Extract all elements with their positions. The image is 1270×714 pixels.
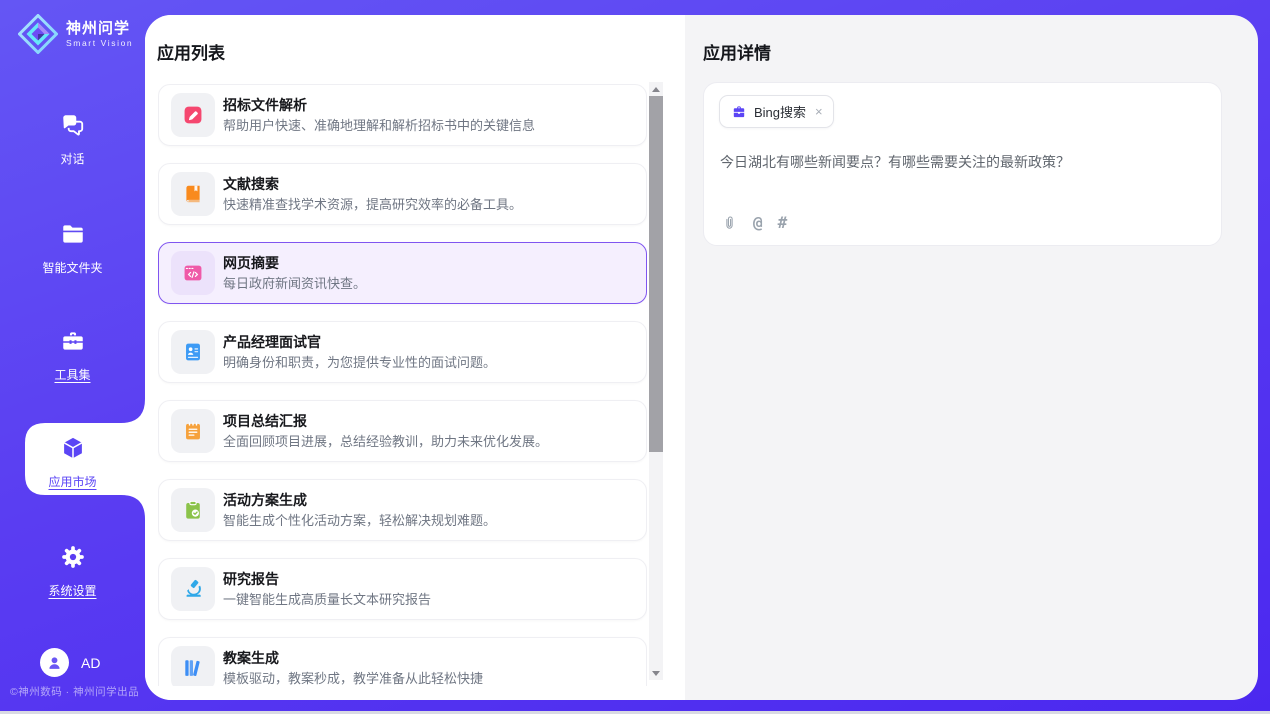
brand-subtitle: Smart Vision bbox=[66, 38, 133, 48]
app-card[interactable]: 研究报告一键智能生成高质量长文本研究报告 bbox=[158, 558, 647, 620]
main-content: 应用列表 招标文件解析帮助用户快速、准确地理解和解析招标书中的关键信息文献搜索快… bbox=[145, 15, 1258, 700]
user-initials: AD bbox=[81, 655, 100, 671]
app-detail-panel: 应用详情 Bing搜索 × 今日湖北有哪些新闻要点？有哪些需要关注的最新政策？ … bbox=[685, 15, 1258, 700]
brand-text: 神州问学 Smart Vision bbox=[66, 20, 133, 48]
toolbox-icon bbox=[60, 328, 86, 354]
at-icon[interactable]: @ bbox=[753, 213, 763, 232]
microscope-icon bbox=[171, 567, 215, 611]
input-toolbar: @ # bbox=[720, 212, 787, 232]
avatar bbox=[40, 648, 69, 677]
app-card[interactable]: 文献搜索快速精准查找学术资源，提高研究效率的必备工具。 bbox=[158, 163, 647, 225]
sidebar-item-label: 系统设置 bbox=[0, 582, 145, 599]
scrollbar-thumb[interactable] bbox=[649, 96, 663, 452]
app-card[interactable]: 项目总结汇报全面回顾项目进展，总结经验教训，助力未来优化发展。 bbox=[158, 400, 647, 462]
sidebar-item-1[interactable]: 对话 bbox=[0, 112, 145, 167]
copyright: ©神州数码 · 神州问学出品 bbox=[10, 684, 145, 699]
brand-logo: 神州问学 Smart Vision bbox=[18, 14, 133, 54]
scroll-up-icon[interactable] bbox=[649, 82, 663, 96]
notepad-icon bbox=[171, 409, 215, 453]
app-card-title: 网页摘要 bbox=[223, 255, 366, 272]
app-card-title: 文献搜索 bbox=[223, 176, 522, 193]
sidebar-item-5[interactable]: 系统设置 bbox=[0, 544, 145, 599]
scrollbar[interactable] bbox=[649, 82, 663, 680]
app-card[interactable]: 教案生成模板驱动，教案秒成，教学准备从此轻松快捷 bbox=[158, 637, 647, 686]
app-card-title: 招标文件解析 bbox=[223, 97, 535, 114]
app-card-desc: 智能生成个性化活动方案，轻松解决规划难题。 bbox=[223, 513, 496, 529]
clipboard-icon bbox=[171, 488, 215, 532]
app-card-title: 活动方案生成 bbox=[223, 492, 496, 509]
tool-chip-label: Bing搜索 bbox=[754, 102, 806, 121]
bid-edit-icon bbox=[171, 93, 215, 137]
app-card-desc: 一键智能生成高质量长文本研究报告 bbox=[223, 592, 431, 608]
app-card-desc: 每日政府新闻资讯快查。 bbox=[223, 276, 366, 292]
app-card-title: 教案生成 bbox=[223, 650, 483, 667]
brand-logo-icon bbox=[18, 14, 58, 54]
app-card-title: 产品经理面试官 bbox=[223, 334, 496, 351]
resume-icon bbox=[171, 330, 215, 374]
folder-icon bbox=[60, 221, 86, 247]
briefcase-icon bbox=[731, 104, 747, 120]
chat-icon bbox=[60, 112, 86, 138]
sidebar-item-label: 对话 bbox=[0, 150, 145, 167]
app-card-desc: 模板驱动，教案秒成，教学准备从此轻松快捷 bbox=[223, 671, 483, 687]
app-card[interactable]: 网页摘要每日政府新闻资讯快查。 bbox=[158, 242, 647, 304]
app-card-title: 研究报告 bbox=[223, 571, 431, 588]
app-card[interactable]: 活动方案生成智能生成个性化活动方案，轻松解决规划难题。 bbox=[158, 479, 647, 541]
app-list: 招标文件解析帮助用户快速、准确地理解和解析招标书中的关键信息文献搜索快速精准查找… bbox=[158, 84, 647, 686]
app-card-desc: 帮助用户快速、准确地理解和解析招标书中的关键信息 bbox=[223, 118, 535, 134]
app-card[interactable]: 产品经理面试官明确身份和职责，为您提供专业性的面试问题。 bbox=[158, 321, 647, 383]
books-icon bbox=[171, 646, 215, 686]
book-icon bbox=[171, 172, 215, 216]
close-icon[interactable]: × bbox=[815, 105, 823, 118]
sidebar: 神州问学 Smart Vision 对话智能文件夹工具集应用市场系统设置 AD … bbox=[0, 0, 145, 714]
app-card-desc: 全面回顾项目进展，总结经验教训，助力未来优化发展。 bbox=[223, 434, 548, 450]
sidebar-item-4[interactable]: 应用市场 bbox=[0, 435, 145, 490]
sidebar-item-label: 智能文件夹 bbox=[0, 259, 145, 276]
paperclip-icon[interactable] bbox=[720, 212, 738, 232]
app-list-title: 应用列表 bbox=[157, 39, 225, 64]
user-profile[interactable]: AD bbox=[40, 648, 100, 677]
scroll-down-icon[interactable] bbox=[649, 666, 663, 680]
web-code-icon bbox=[171, 251, 215, 295]
query-card[interactable]: Bing搜索 × 今日湖北有哪些新闻要点？有哪些需要关注的最新政策？ @ # bbox=[703, 82, 1222, 246]
query-text[interactable]: 今日湖北有哪些新闻要点？有哪些需要关注的最新政策？ bbox=[720, 152, 1205, 172]
brand-name: 神州问学 bbox=[66, 20, 133, 38]
sidebar-item-label: 工具集 bbox=[0, 366, 145, 383]
app-card[interactable]: 招标文件解析帮助用户快速、准确地理解和解析招标书中的关键信息 bbox=[158, 84, 647, 146]
gear-icon bbox=[60, 544, 86, 570]
sidebar-item-label: 应用市场 bbox=[0, 473, 145, 490]
app-card-desc: 快速精准查找学术资源，提高研究效率的必备工具。 bbox=[223, 197, 522, 213]
app-list-panel: 应用列表 招标文件解析帮助用户快速、准确地理解和解析招标书中的关键信息文献搜索快… bbox=[145, 15, 685, 700]
sidebar-item-2[interactable]: 智能文件夹 bbox=[0, 221, 145, 276]
tool-chip[interactable]: Bing搜索 × bbox=[719, 95, 834, 128]
app-card-title: 项目总结汇报 bbox=[223, 413, 548, 430]
app-card-desc: 明确身份和职责，为您提供专业性的面试问题。 bbox=[223, 355, 496, 371]
hash-icon[interactable]: # bbox=[778, 213, 788, 232]
app-detail-title: 应用详情 bbox=[703, 39, 771, 64]
cube-icon bbox=[60, 435, 86, 461]
sidebar-item-3[interactable]: 工具集 bbox=[0, 328, 145, 383]
